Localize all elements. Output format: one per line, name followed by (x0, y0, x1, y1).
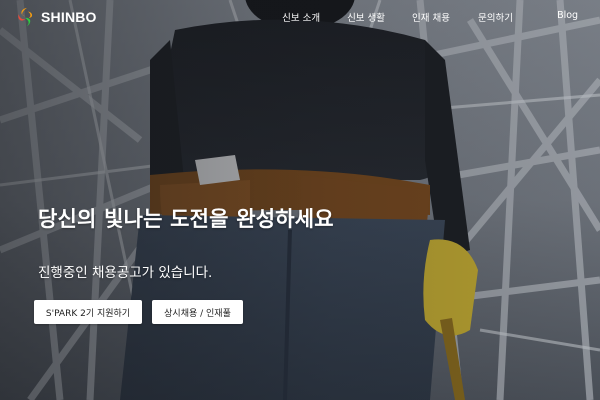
site-header: SHINBO 신보 소개 신보 생활 인재 채용 문의하기 Blog (0, 0, 600, 34)
nav-item-life[interactable]: 신보 생활 (347, 10, 385, 24)
main-navigation: 신보 소개 신보 생활 인재 채용 문의하기 Blog (282, 10, 578, 24)
brand-logo[interactable]: SHINBO (15, 5, 97, 29)
hero-section: SHINBO 신보 소개 신보 생활 인재 채용 문의하기 Blog 당신의 빛… (0, 0, 600, 400)
brand-name: SHINBO (41, 9, 97, 25)
nav-item-blog[interactable]: Blog (557, 10, 578, 21)
hero-dark-overlay (0, 0, 600, 400)
hero-headline: 당신의 빛나는 도전을 완성하세요 (38, 207, 334, 231)
hero-subline: 진행중인 채용공고가 있습니다. (38, 265, 213, 281)
spark-apply-button[interactable]: S'PARK 2기 지원하기 (34, 300, 142, 324)
regular-hiring-button[interactable]: 상시채용 / 인재풀 (152, 300, 243, 324)
nav-item-contact[interactable]: 문의하기 (478, 10, 513, 24)
nav-item-careers[interactable]: 인재 채용 (412, 10, 450, 24)
shinbo-logo-icon (18, 7, 33, 27)
nav-item-about[interactable]: 신보 소개 (282, 10, 320, 24)
